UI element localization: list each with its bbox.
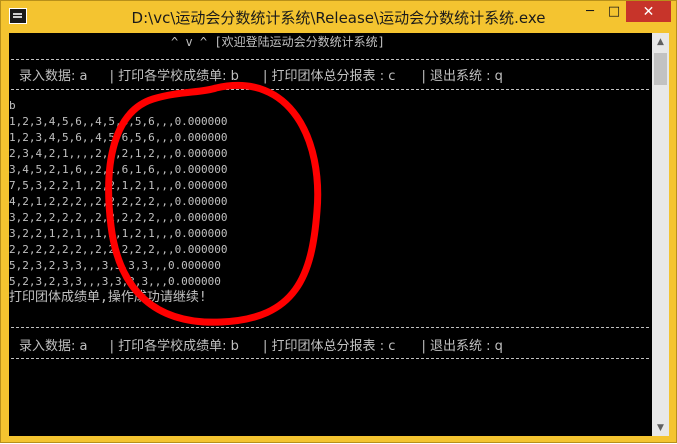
score-row: 5,2,3,2,3,3,,,3,3,3,3,,,0.000000 bbox=[9, 275, 221, 288]
score-row: 4,2,1,2,2,2,,2,2,2,2,2,,,0.000000 bbox=[9, 195, 228, 208]
menu-print-team: | 打印团体总分报表 : c bbox=[263, 69, 396, 84]
score-row: 3,2,2,1,2,1,,1,2,1,2,1,,,0.000000 bbox=[9, 227, 228, 240]
main-menu-bottom: 录入数据: a | 打印各学校成绩单: b | 打印团体总分报表 : c | 退… bbox=[19, 335, 503, 354]
console-window: D:\vc\运动会分数统计系统\Release\运动会分数统计系统.exe ─ … bbox=[0, 0, 677, 443]
separator-line bbox=[11, 327, 649, 328]
separator-line bbox=[11, 358, 649, 359]
main-menu-top: 录入数据: a | 打印各学校成绩单: b | 打印团体总分报表 : c | 退… bbox=[19, 65, 503, 84]
close-button[interactable]: ✕ bbox=[626, 1, 671, 22]
vertical-scrollbar[interactable]: ▲ ▼ bbox=[652, 33, 669, 436]
console-output[interactable]: ^ v ^ [欢迎登陆运动会分数统计系统] 录入数据: a | 打印各学校成绩单… bbox=[9, 33, 652, 436]
menu-print-school: | 打印各学校成绩单: b bbox=[109, 339, 239, 354]
score-row: 2,2,2,2,2,2,,2,2,2,2,2,,,0.000000 bbox=[9, 243, 228, 256]
score-row: 3,2,2,2,2,2,,2,2,2,2,2,,,0.000000 bbox=[9, 211, 228, 224]
input-echo: b bbox=[9, 99, 16, 112]
score-row: 1,2,3,4,5,6,,4,5,6,5,6,,,0.000000 bbox=[9, 115, 228, 128]
menu-print-team: | 打印团体总分报表 : c bbox=[263, 339, 396, 354]
minimize-button[interactable]: ─ bbox=[578, 1, 602, 22]
maximize-button[interactable]: □ bbox=[602, 1, 626, 22]
menu-exit: | 退出系统 : q bbox=[421, 69, 503, 84]
separator-line bbox=[11, 89, 649, 90]
menu-enter-data: 录入数据: a bbox=[19, 339, 88, 354]
welcome-header: ^ v ^ [欢迎登陆运动会分数统计系统] bbox=[171, 35, 385, 49]
arrow-down-icon[interactable]: ▼ bbox=[652, 419, 669, 436]
status-message: 打印团体成绩单,操作成功请继续! bbox=[9, 290, 207, 305]
score-row: 3,4,5,2,1,6,,2,1,6,1,6,,,0.000000 bbox=[9, 163, 228, 176]
menu-enter-data: 录入数据: a bbox=[19, 69, 88, 84]
menu-exit: | 退出系统 : q bbox=[421, 339, 503, 354]
score-row: 2,3,4,2,1,,,,2,1,2,1,2,,,0.000000 bbox=[9, 147, 228, 160]
menu-print-school: | 打印各学校成绩单: b bbox=[109, 69, 239, 84]
arrow-up-icon[interactable]: ▲ bbox=[652, 33, 669, 50]
scrollbar-thumb[interactable] bbox=[654, 53, 667, 85]
separator-line bbox=[11, 59, 649, 60]
title-bar[interactable]: D:\vc\运动会分数统计系统\Release\运动会分数统计系统.exe ─ … bbox=[1, 1, 676, 33]
score-row: 5,2,3,2,3,3,,,3,3,3,3,,,0.000000 bbox=[9, 259, 221, 272]
score-row: 1,2,3,4,5,6,,4,5,6,5,6,,,0.000000 bbox=[9, 131, 228, 144]
score-row: 7,5,3,2,2,1,,2,2,1,2,1,,,0.000000 bbox=[9, 179, 228, 192]
window-title: D:\vc\运动会分数统计系统\Release\运动会分数统计系统.exe bbox=[131, 9, 546, 27]
